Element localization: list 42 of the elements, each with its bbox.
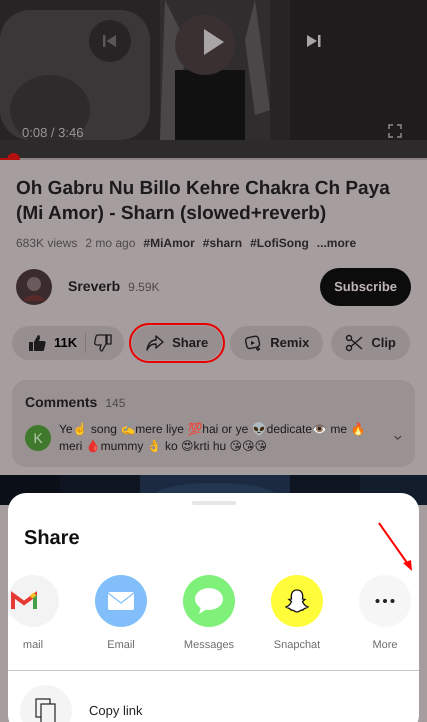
time-label: 0:08 / 3:46 (22, 124, 84, 142)
hashtag-link[interactable]: #sharn (202, 234, 242, 252)
chevron-down-icon[interactable] (394, 434, 402, 442)
hashtag-link[interactable]: #LofiSong (250, 234, 309, 252)
play-icon (203, 28, 225, 56)
comments-card[interactable]: Comments 145 K Ye☝ song ✍mere liye 💯hai or ye 👽dedicate👁 me 🔥 meri 🩸mummy 👌 ko 😍krti hu 😘😘😘 (12, 380, 415, 468)
share-button[interactable]: Share (132, 326, 222, 360)
ghost-icon (271, 575, 323, 627)
channel-avatar (16, 268, 52, 305)
dislike-button[interactable] (94, 334, 112, 352)
fullscreen-icon (388, 124, 402, 138)
remix-icon (244, 334, 262, 352)
remix-button[interactable]: Remix (230, 326, 324, 360)
like-button[interactable]: 11K (28, 332, 78, 352)
share-target[interactable]: Messages (165, 575, 253, 654)
more-link[interactable]: ...more (316, 234, 356, 252)
commenter-avatar: K (25, 425, 51, 452)
comment-count: 145 (105, 394, 126, 412)
envelope-icon (95, 575, 147, 627)
subscriber-count: 9.59K (128, 278, 160, 296)
channel-name[interactable]: Sreverb (68, 276, 120, 298)
video-title: Oh Gabru Nu Billo Kehre Chakra Ch Paya (Mi Amor) - Sharn (slowed+reverb) (16, 177, 391, 226)
comment-text: Ye☝ song ✍mere liye 💯hai or ye 👽dedicate👁 me 🔥 meri 🩸mummy 👌 ko 😍krti hu 😘😘😘 (59, 420, 366, 456)
share-icon (146, 334, 164, 352)
comments-heading: Comments (25, 392, 98, 412)
previous-icon (103, 34, 117, 48)
thumbs-up-icon (28, 334, 46, 352)
scissors-icon (345, 334, 364, 352)
thumbs-down-icon (94, 334, 112, 352)
share-target[interactable]: mail (8, 575, 77, 654)
more-button[interactable]: More (341, 575, 419, 654)
copy-link-button[interactable]: Copy link (8, 670, 419, 722)
view-count: 683K views (16, 235, 78, 252)
speech-bubble-icon (183, 575, 235, 627)
next-icon (306, 34, 322, 48)
share-target[interactable]: Email (77, 575, 165, 654)
upload-age: 2 mo ago (85, 235, 136, 252)
subscribe-button[interactable]: Subscribe (320, 268, 411, 306)
clip-button[interactable]: Clip (331, 326, 410, 360)
hashtag-link[interactable]: #MiAmor (143, 234, 195, 252)
share-sheet-title: Share (23, 526, 81, 551)
share-target[interactable]: Snapchat (253, 575, 341, 654)
